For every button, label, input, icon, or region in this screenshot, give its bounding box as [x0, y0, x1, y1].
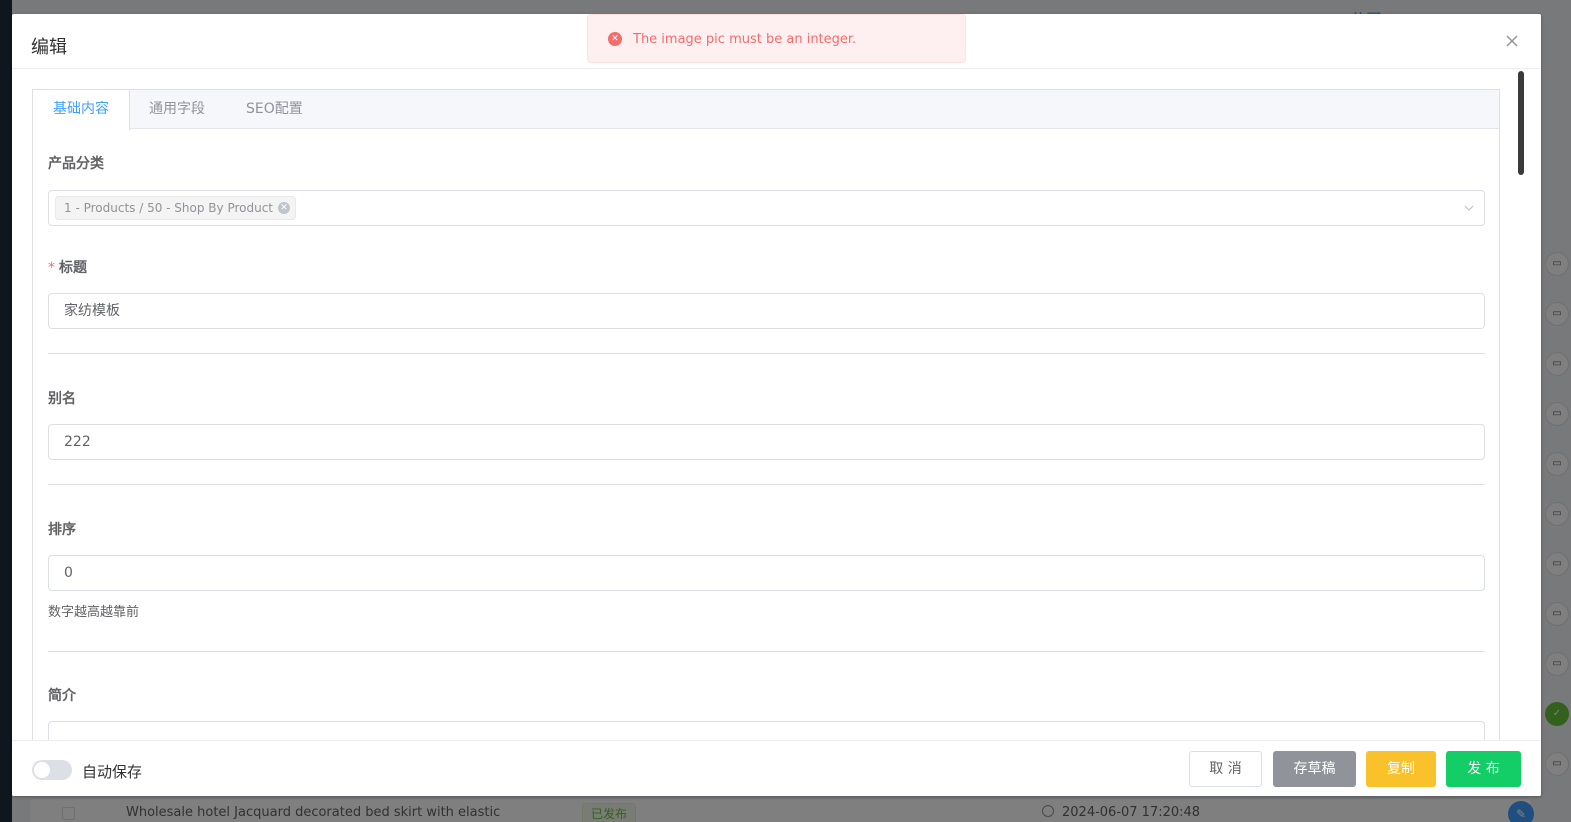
tab-basic-content[interactable]: 基础内容	[33, 90, 130, 130]
category-tag-text: 1 - Products / 50 - Shop By Product	[64, 201, 274, 215]
tab-seo-config[interactable]: SEO配置	[226, 90, 323, 129]
toast-message: The image pic must be an integer.	[633, 32, 857, 47]
sort-label: 排序	[48, 522, 76, 538]
required-mark: *	[48, 260, 55, 276]
tab-common-fields[interactable]: 通用字段	[129, 90, 225, 129]
dialog-title: 编辑	[31, 37, 67, 58]
edit-dialog: 编辑 基础内容 通用字段 SEO配置 产品分类 1 - Products / 5…	[12, 14, 1541, 796]
sort-hint: 数字越高越靠前	[48, 605, 140, 620]
copy-button[interactable]: 复制	[1366, 751, 1436, 787]
tag-close-icon[interactable]: ✕	[278, 202, 291, 214]
alias-label: 别名	[48, 391, 76, 407]
cancel-button[interactable]: 取 消	[1189, 751, 1262, 787]
error-toast: ✕ The image pic must be an integer.	[587, 14, 966, 63]
autosave-label: 自动保存	[82, 763, 143, 781]
autosave-toggle[interactable]	[32, 760, 72, 780]
summary-textarea[interactable]	[48, 721, 1485, 740]
publish-button[interactable]: 发 布	[1446, 751, 1521, 787]
divider	[48, 484, 1485, 485]
summary-label: 简介	[48, 688, 76, 704]
dialog-body: 基础内容 通用字段 SEO配置 产品分类 1 - Products / 50 -…	[12, 69, 1541, 740]
category-tag: 1 - Products / 50 - Shop By Product ✕	[55, 196, 297, 220]
tabs-header: 基础内容 通用字段 SEO配置	[33, 90, 1499, 130]
close-icon[interactable]	[1503, 32, 1521, 50]
alias-input[interactable]: 222	[48, 424, 1485, 460]
title-label-text: 标题	[59, 260, 87, 276]
dialog-footer: 自动保存 取 消 存草稿 复制 发 布	[12, 740, 1541, 796]
tabs-card: 基础内容 通用字段 SEO配置 产品分类 1 - Products / 50 -…	[32, 89, 1500, 740]
error-icon: ✕	[608, 32, 622, 46]
scrollbar-thumb[interactable]	[1518, 71, 1524, 175]
category-select[interactable]: 1 - Products / 50 - Shop By Product ✕	[48, 190, 1485, 226]
title-label: * 标题	[48, 257, 87, 277]
category-label: 产品分类	[48, 156, 104, 172]
toggle-knob	[34, 762, 50, 778]
chevron-down-icon	[1464, 205, 1474, 211]
sort-input[interactable]: 0	[48, 555, 1485, 591]
save-draft-button[interactable]: 存草稿	[1273, 751, 1356, 787]
divider	[48, 651, 1485, 652]
title-input[interactable]: 家纺模板	[48, 293, 1485, 329]
divider	[48, 353, 1485, 354]
